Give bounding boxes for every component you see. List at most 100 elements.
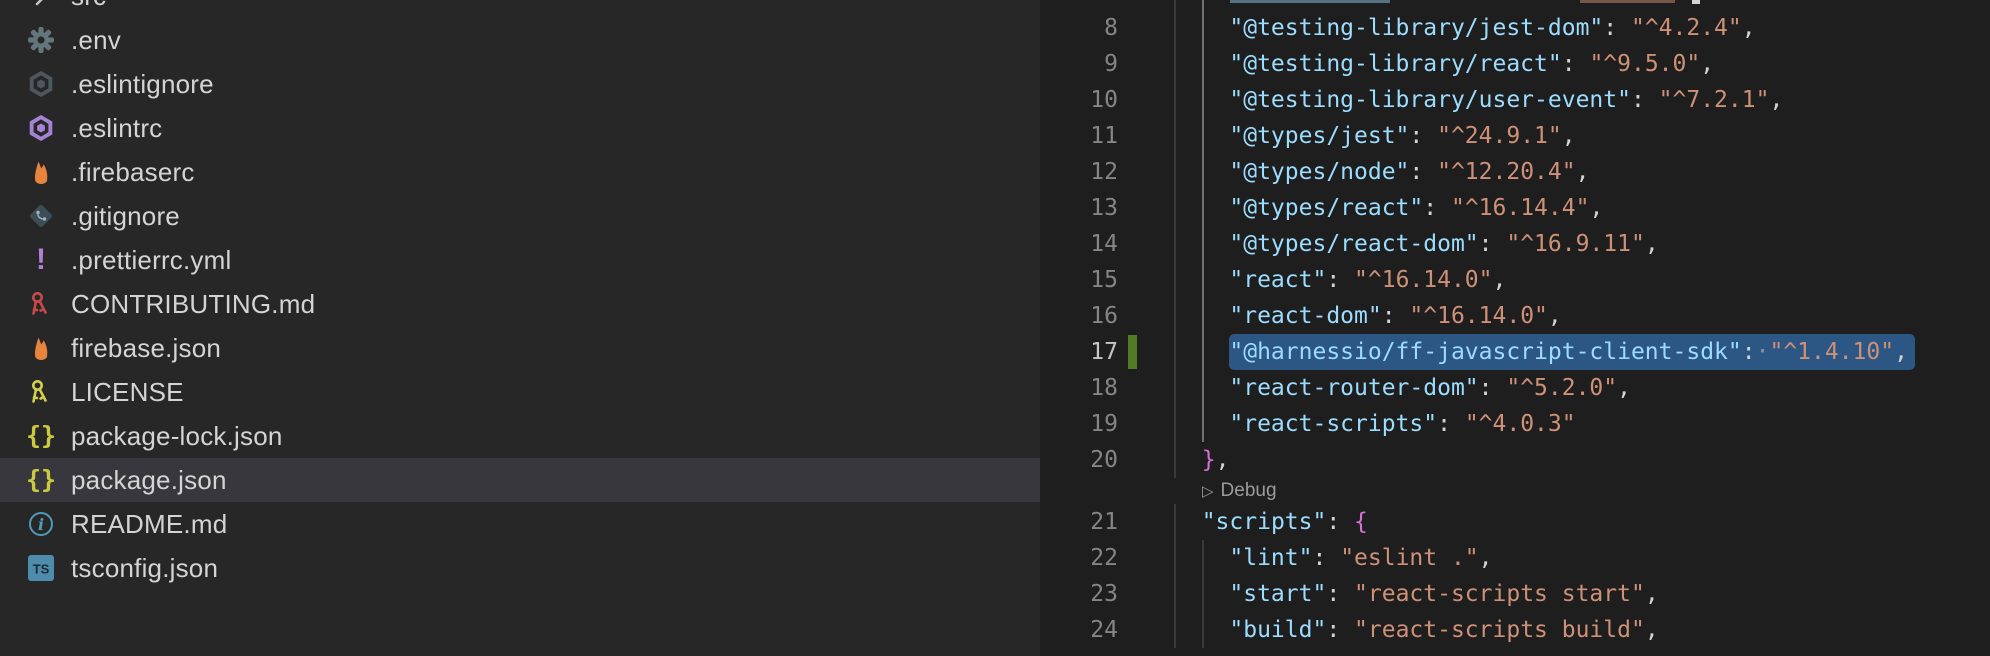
code-line-11[interactable]: 11 "@types/jest": "^24.9.1", xyxy=(1040,118,1990,154)
braces-icon: {} xyxy=(26,466,56,494)
codelens-debug[interactable]: ▷Debug xyxy=(1202,480,1277,502)
gutter-change-added-bar xyxy=(1128,335,1137,369)
code-text: "react-dom": "^16.14.0", xyxy=(1174,298,1562,334)
code-text: "scripts": { xyxy=(1174,504,1368,540)
line-number[interactable]: 24 xyxy=(1040,612,1118,648)
sidebar-item-label: CONTRIBUTING.md xyxy=(71,289,315,320)
code-line-21[interactable]: 21 "scripts": { xyxy=(1040,504,1990,540)
clipped-line-fragment xyxy=(1580,0,1675,3)
code-text: "@types/jest": "^24.9.1", xyxy=(1174,118,1576,154)
code-text: "start": "react-scripts start", xyxy=(1174,576,1659,612)
sidebar-item-package-lock-json[interactable]: {}package-lock.json xyxy=(0,414,1040,458)
code-line-13[interactable]: 13 "@types/react": "^16.14.4", xyxy=(1040,190,1990,226)
line-number[interactable]: 17 xyxy=(1040,334,1118,370)
gutter xyxy=(1118,504,1174,540)
sidebar-item--eslintrc[interactable]: .eslintrc xyxy=(0,106,1040,150)
line-number[interactable]: 19 xyxy=(1040,406,1118,442)
code-text: "@types/react-dom": "^16.9.11", xyxy=(1174,226,1659,262)
svg-text:TS: TS xyxy=(33,562,50,577)
code-text: "@testing-library/jest-dom": "^4.2.4", xyxy=(1174,10,1756,46)
line-number[interactable]: 15 xyxy=(1040,262,1118,298)
sidebar-item-label: tsconfig.json xyxy=(71,553,218,584)
gutter xyxy=(1118,118,1174,154)
code-text: "@types/react": "^16.14.4", xyxy=(1174,190,1603,226)
sidebar-item-label: .eslintrc xyxy=(71,113,162,144)
code-line-23[interactable]: 23 "start": "react-scripts start", xyxy=(1040,576,1990,612)
sidebar-item-readme-md[interactable]: iREADME.md xyxy=(0,502,1040,546)
sidebar-item--eslintignore[interactable]: .eslintignore xyxy=(0,62,1040,106)
sidebar-item-label: .gitignore xyxy=(71,201,180,232)
line-number[interactable]: 21 xyxy=(1040,504,1118,540)
vscode-window: { "window": {"width": 1990, "height": 65… xyxy=(0,0,1990,656)
code-line-19[interactable]: 19 "react-scripts": "^4.0.3" xyxy=(1040,406,1990,442)
code-text: "@types/node": "^12.20.4", xyxy=(1174,154,1589,190)
code-text: }, xyxy=(1174,442,1229,478)
sidebar-item-label: .eslintignore xyxy=(71,69,214,100)
code-line-17[interactable]: 17 "@harnessio/ff-javascript-client-sdk"… xyxy=(1040,334,1990,370)
sidebar-item-label: .firebaserc xyxy=(71,157,195,188)
code-line-10[interactable]: 10 "@testing-library/user-event": "^7.2.… xyxy=(1040,82,1990,118)
line-number[interactable]: 10 xyxy=(1040,82,1118,118)
line-number[interactable]: 11 xyxy=(1040,118,1118,154)
clipped-line-fragment xyxy=(1692,0,1700,4)
sidebar-item--gitignore[interactable]: .gitignore xyxy=(0,194,1040,238)
editor-top-spacer xyxy=(1040,0,1990,10)
code-text: "react-router-dom": "^5.2.0", xyxy=(1174,370,1631,406)
svg-text:i: i xyxy=(38,515,44,534)
gutter xyxy=(1118,334,1174,370)
editor-pane[interactable]: 8 "@testing-library/jest-dom": "^4.2.4",… xyxy=(1040,0,1990,656)
sidebar-item--prettierrc-yml[interactable]: !.prettierrc.yml xyxy=(0,238,1040,282)
info-icon: i xyxy=(26,510,56,538)
gutter xyxy=(1118,576,1174,612)
code-text: "@testing-library/react": "^9.5.0", xyxy=(1174,46,1714,82)
sidebar-item--firebaserc[interactable]: .firebaserc xyxy=(0,150,1040,194)
code-line-24[interactable]: 24 "build": "react-scripts build", xyxy=(1040,612,1990,648)
code-text: "@harnessio/ff-javascript-client-sdk":·"… xyxy=(1174,334,1915,370)
gutter xyxy=(1118,298,1174,334)
gutter xyxy=(1118,190,1174,226)
line-number[interactable]: 8 xyxy=(1040,10,1118,46)
gutter xyxy=(1118,612,1174,648)
sidebar-item-contributing-md[interactable]: CONTRIBUTING.md xyxy=(0,282,1040,326)
code-line-20[interactable]: 20 }, xyxy=(1040,442,1990,478)
sidebar-item-label: firebase.json xyxy=(71,333,221,364)
code-text: "react": "^16.14.0", xyxy=(1174,262,1506,298)
sidebar-item-firebase-json[interactable]: firebase.json xyxy=(0,326,1040,370)
sidebar-item--env[interactable]: .env xyxy=(0,18,1040,62)
sidebar-item-label: .env xyxy=(71,25,121,56)
gutter xyxy=(1118,262,1174,298)
line-number[interactable]: 20 xyxy=(1040,442,1118,478)
file-explorer-sidebar: src .env .eslintignore .eslintrc .firebaserc… xyxy=(0,0,1040,656)
sidebar-item-tsconfig-json[interactable]: TS tsconfig.json xyxy=(0,546,1040,590)
ts-icon: TS xyxy=(26,554,56,582)
sidebar-item-label: package.json xyxy=(71,465,227,496)
line-number[interactable]: 14 xyxy=(1040,226,1118,262)
sidebar-item-label: package-lock.json xyxy=(71,421,283,452)
gutter xyxy=(1118,154,1174,190)
code-line-22[interactable]: 22 "lint": "eslint .", xyxy=(1040,540,1990,576)
sidebar-item-license[interactable]: LICENSE xyxy=(0,370,1040,414)
code-line-16[interactable]: 16 "react-dom": "^16.14.0", xyxy=(1040,298,1990,334)
line-number[interactable]: 23 xyxy=(1040,576,1118,612)
code-line-14[interactable]: 14 "@types/react-dom": "^16.9.11", xyxy=(1040,226,1990,262)
gutter xyxy=(1118,46,1174,82)
line-number[interactable]: 16 xyxy=(1040,298,1118,334)
code-line-9[interactable]: 9 "@testing-library/react": "^9.5.0", xyxy=(1040,46,1990,82)
code-line-18[interactable]: 18 "react-router-dom": "^5.2.0", xyxy=(1040,370,1990,406)
firebase-icon xyxy=(26,334,56,362)
line-number[interactable]: 9 xyxy=(1040,46,1118,82)
line-number[interactable]: 22 xyxy=(1040,540,1118,576)
line-number[interactable]: 18 xyxy=(1040,370,1118,406)
code-text: "react-scripts": "^4.0.3" xyxy=(1174,406,1576,442)
exclaim-icon: ! xyxy=(26,246,56,274)
gutter xyxy=(1118,406,1174,442)
code-line-15[interactable]: 15 "react": "^16.14.0", xyxy=(1040,262,1990,298)
line-number[interactable]: 13 xyxy=(1040,190,1118,226)
line-number[interactable]: 12 xyxy=(1040,154,1118,190)
sidebar-item-src[interactable]: src xyxy=(0,0,1040,18)
keys-icon xyxy=(26,290,56,318)
code-line-8[interactable]: 8 "@testing-library/jest-dom": "^4.2.4", xyxy=(1040,10,1990,46)
code-text: "build": "react-scripts build", xyxy=(1174,612,1659,648)
sidebar-item-package-json[interactable]: {} package.json xyxy=(0,458,1040,502)
code-line-12[interactable]: 12 "@types/node": "^12.20.4", xyxy=(1040,154,1990,190)
